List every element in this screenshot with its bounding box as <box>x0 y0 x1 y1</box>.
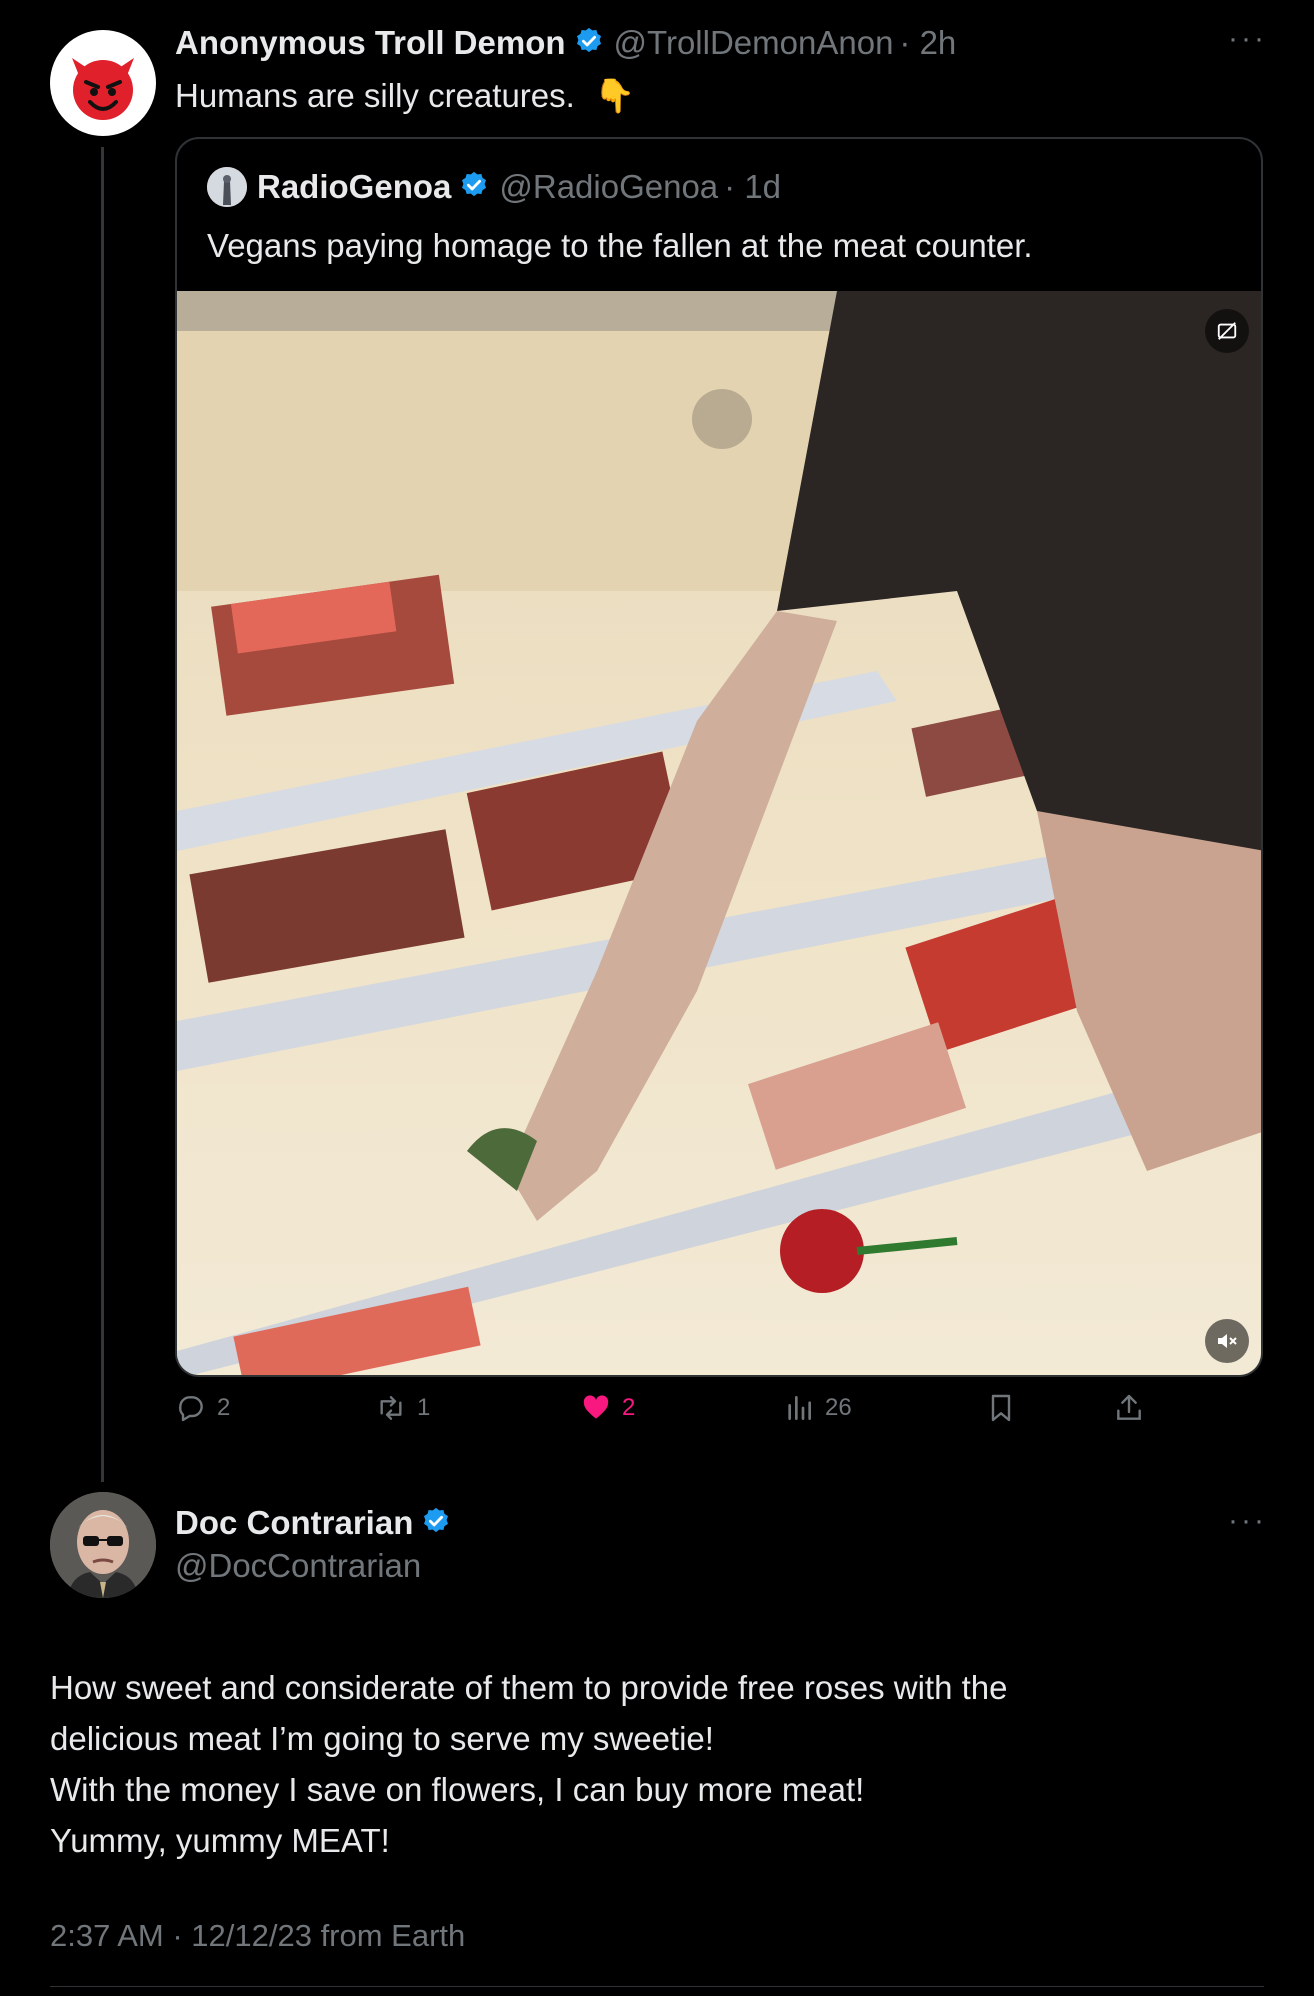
bookmark-button[interactable] <box>985 1392 1017 1424</box>
repost-button[interactable]: 1 <box>375 1392 430 1424</box>
avatar[interactable] <box>50 30 156 136</box>
like-button[interactable]: 2 <box>580 1392 635 1424</box>
post-line: With the money I save on flowers, I can … <box>50 1771 865 1808</box>
views-button[interactable]: 26 <box>783 1392 852 1424</box>
quoted-tweet-card[interactable]: RadioGenoa @RadioGenoa · 1d Vegans payin… <box>175 137 1263 1377</box>
post-line: Yummy, yummy MEAT! <box>50 1822 390 1859</box>
mute-toggle-icon[interactable] <box>1205 1319 1249 1363</box>
reply-icon <box>179 1396 203 1422</box>
tweet-header: Doc Contrarian <box>175 1504 451 1542</box>
view-count: 26 <box>825 1394 852 1421</box>
avatar[interactable] <box>50 1492 156 1598</box>
author-name[interactable]: Anonymous Troll Demon <box>175 24 566 62</box>
post-time[interactable]: · 2h <box>899 24 956 62</box>
divider <box>50 1986 1264 1987</box>
like-count: 2 <box>622 1394 636 1421</box>
reply-count: 2 <box>217 1394 231 1421</box>
post-timestamp[interactable]: 2:37 AM · 12/12/23 from Earth <box>50 1918 465 1954</box>
share-icon <box>1117 1394 1141 1420</box>
quoted-post-text: Vegans paying homage to the fallen at th… <box>207 227 1033 264</box>
repost-icon <box>380 1396 402 1420</box>
author-handle[interactable]: @TrollDemonAnon <box>614 24 894 62</box>
bookmark-icon <box>991 1394 1011 1422</box>
more-options-icon[interactable]: ··· <box>1228 1504 1267 1538</box>
author-handle[interactable]: @DocContrarian <box>175 1547 421 1585</box>
post-line: delicious meat I’m going to serve my swe… <box>50 1720 714 1757</box>
video-frame <box>177 291 1261 1375</box>
quoted-avatar[interactable] <box>207 167 247 207</box>
video-player[interactable] <box>177 291 1261 1375</box>
content-warning-icon[interactable] <box>1205 309 1249 353</box>
thread-line <box>101 147 104 1482</box>
analytics-icon <box>788 1396 811 1420</box>
quoted-tweet-header: RadioGenoa @RadioGenoa · 1d <box>207 167 781 207</box>
post-text-content: Humans are silly creatures. <box>175 77 575 114</box>
post-text: Humans are silly creatures. 👇 <box>175 76 635 116</box>
reply-button[interactable]: 2 <box>175 1392 230 1424</box>
post-line: How sweet and considerate of them to pro… <box>50 1669 1008 1706</box>
smiling-devil-icon <box>72 58 134 120</box>
post-body: How sweet and considerate of them to pro… <box>50 1662 1008 1866</box>
verified-badge-icon <box>459 170 489 205</box>
heart-filled-icon <box>583 1395 609 1419</box>
author-name[interactable]: Doc Contrarian <box>175 1504 413 1542</box>
action-bar: 2 1 2 26 <box>175 1392 1175 1436</box>
quoted-author-handle[interactable]: @RadioGenoa <box>499 168 718 206</box>
profile-photo <box>50 1492 156 1598</box>
verified-badge-icon <box>574 26 604 61</box>
quoted-post-time: · 1d <box>724 168 782 205</box>
pointing-down-emoji-icon: 👇 <box>593 77 636 114</box>
quoted-author-name[interactable]: RadioGenoa <box>257 168 451 206</box>
repost-count: 1 <box>417 1394 431 1421</box>
tweet-header: Anonymous Troll Demon @TrollDemonAnon · … <box>175 24 956 62</box>
share-button[interactable] <box>1113 1392 1145 1424</box>
verified-badge-icon <box>421 1506 451 1541</box>
more-options-icon[interactable]: ··· <box>1228 22 1267 56</box>
